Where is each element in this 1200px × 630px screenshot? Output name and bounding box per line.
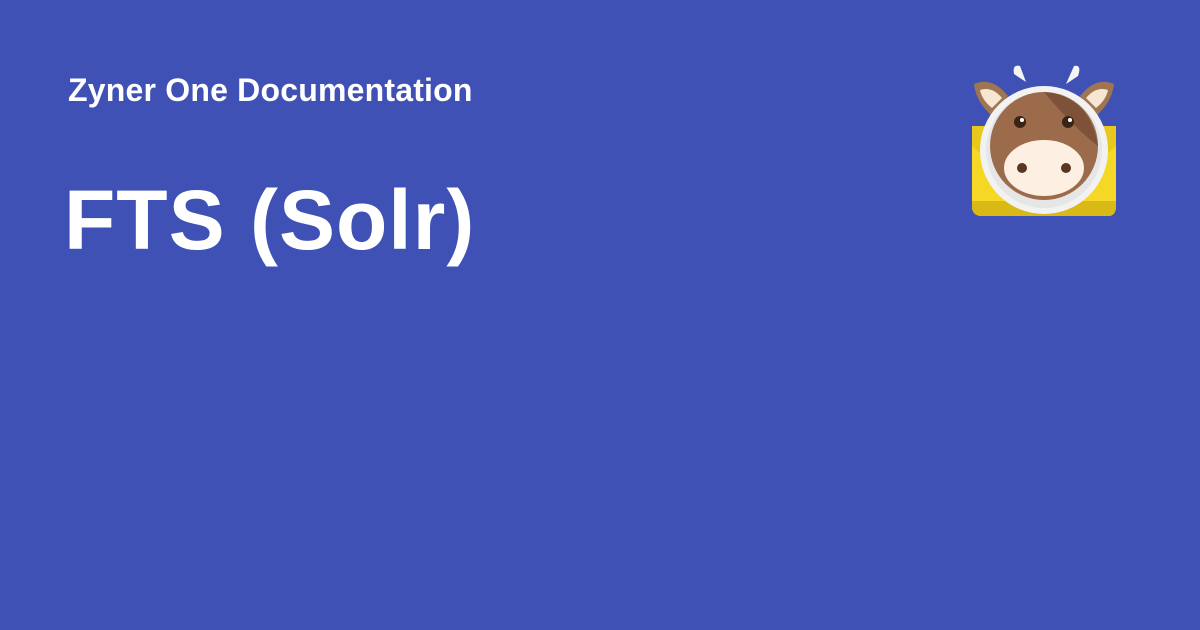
cow-mail-logo-icon	[962, 56, 1128, 222]
page-title: FTS (Solr)	[64, 173, 476, 267]
site-name: Zyner One Documentation	[68, 72, 473, 108]
